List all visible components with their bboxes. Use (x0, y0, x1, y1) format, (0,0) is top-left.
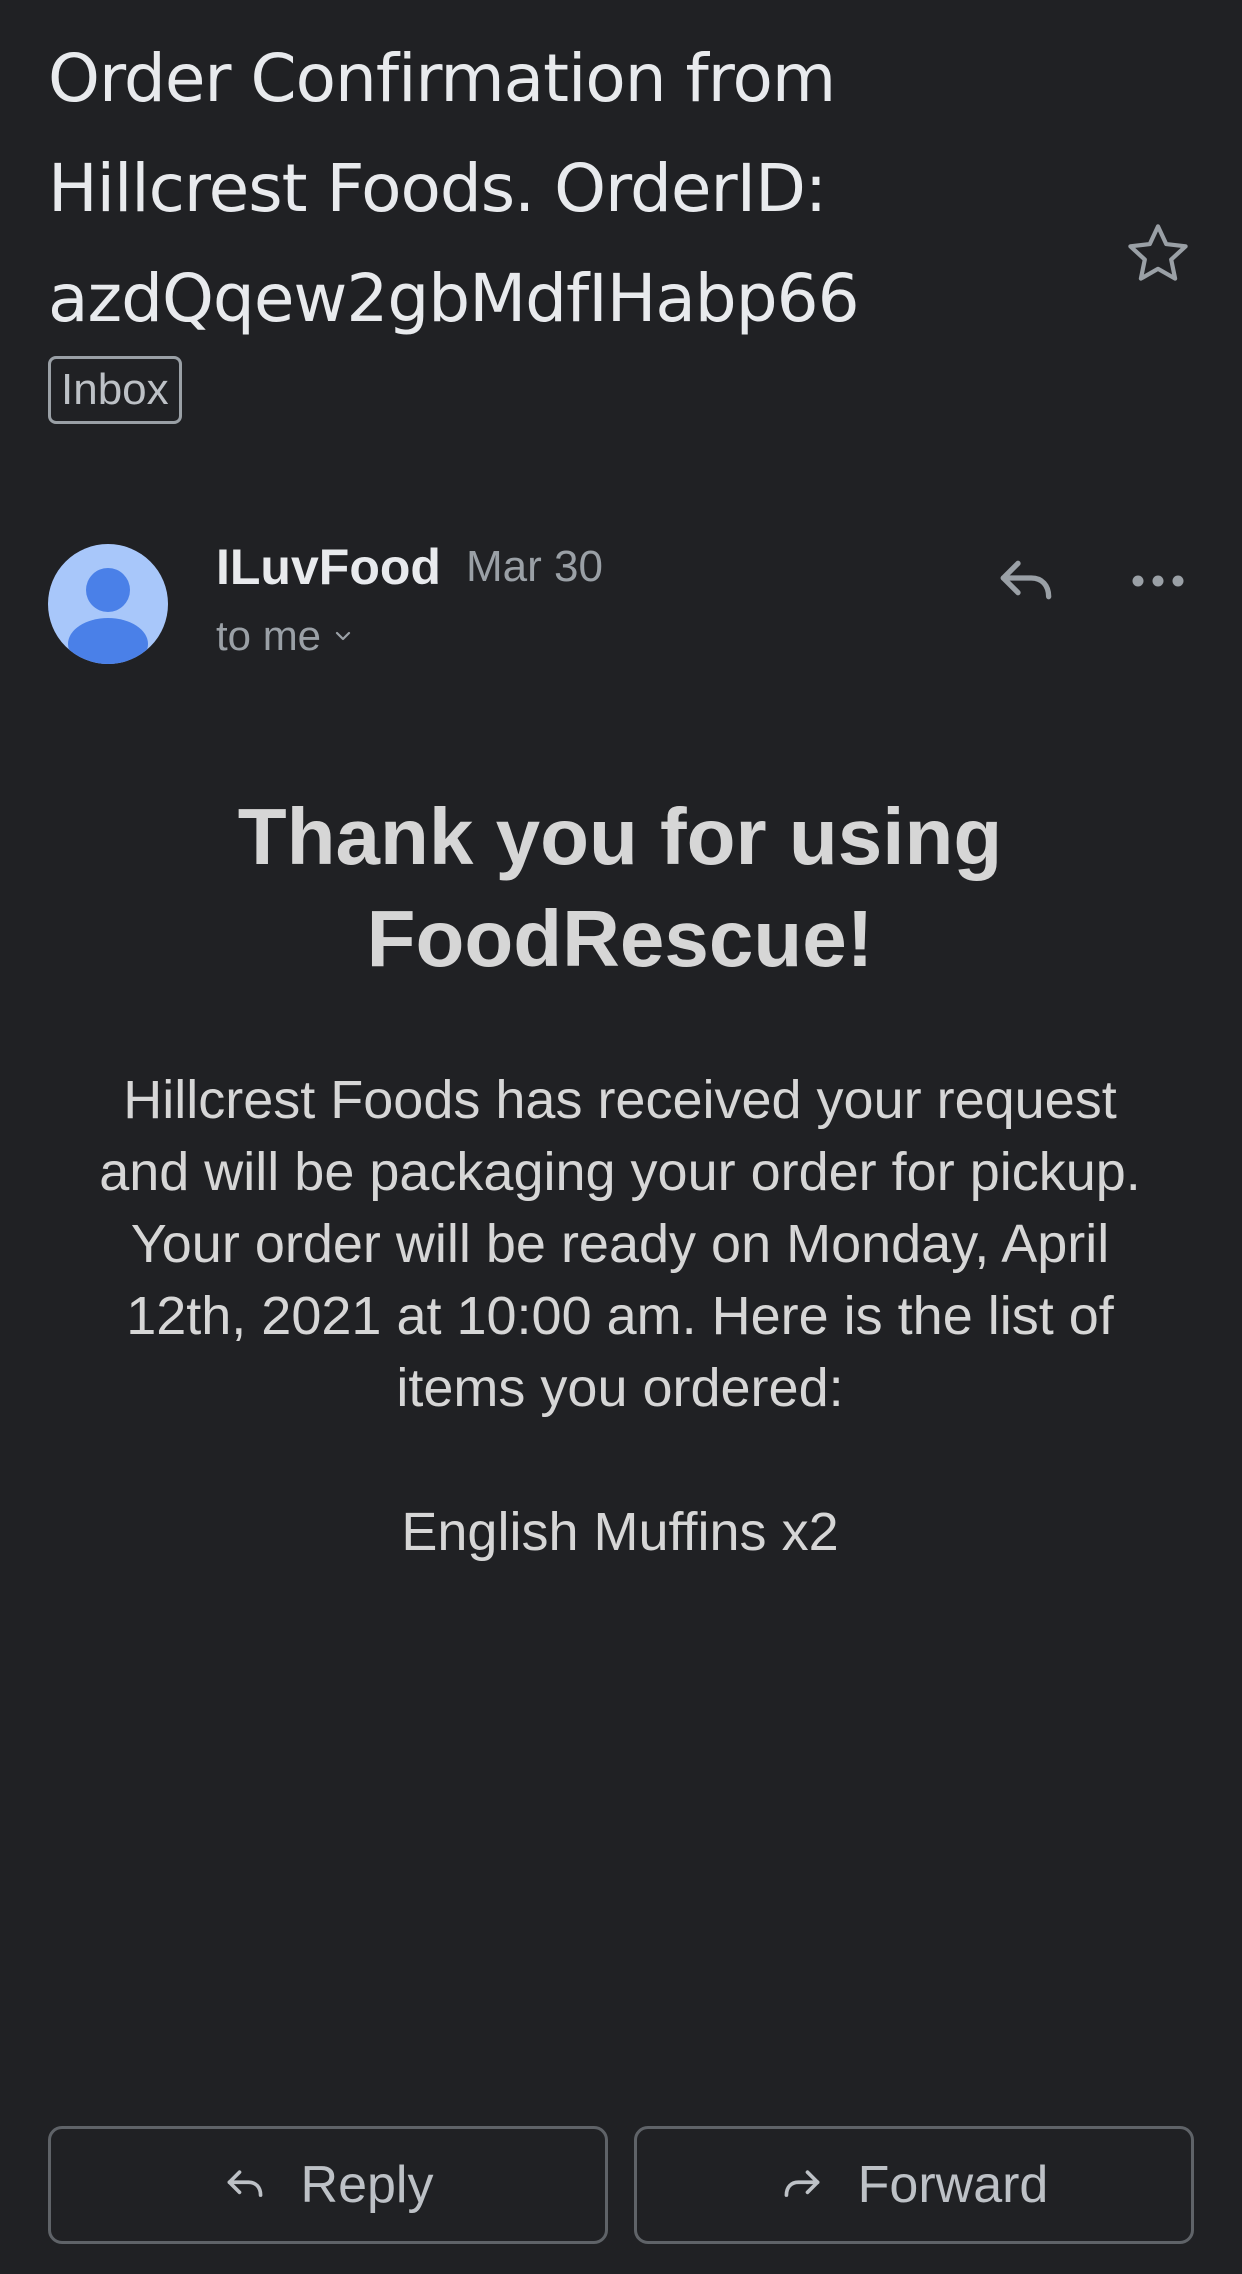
ordered-items-list: English Muffins x2 (40, 1496, 1200, 1568)
paragraph-line: Hillcrest Foods has received your reques… (123, 1070, 1117, 1130)
reply-button[interactable]: Reply (48, 2126, 608, 2244)
subject-line: azdQqew2gbMdfIHabp66 (48, 260, 860, 337)
message-paragraph: Hillcrest Foods has received your reques… (40, 1064, 1200, 1424)
forward-arrow-icon (784, 2170, 820, 2197)
sender-avatar[interactable] (48, 544, 168, 664)
reply-button-label: Reply (300, 2156, 434, 2214)
recipient-details-toggle[interactable]: to me (216, 612, 355, 660)
paragraph-line: and will be packaging your order for pic… (99, 1142, 1141, 1202)
star-icon[interactable] (1122, 218, 1194, 290)
paragraph-line: items you ordered: (396, 1358, 844, 1418)
ordered-item: English Muffins x2 (401, 1502, 839, 1562)
subject-line: Hillcrest Foods. OrderID: (48, 150, 827, 227)
subject-line: Order Confirmation from (48, 40, 836, 117)
sent-date: Mar 30 (466, 542, 603, 591)
recipient-label: to me (216, 612, 322, 659)
sender-name: ILuvFood (216, 539, 441, 595)
person-icon (68, 568, 148, 664)
forward-button[interactable]: Forward (634, 2126, 1194, 2244)
heading-line: FoodRescue! (366, 894, 874, 983)
forward-button-label: Forward (857, 2156, 1049, 2214)
chevron-down-icon (335, 631, 351, 641)
email-subject: Order Confirmation from Hillcrest Foods.… (48, 24, 1088, 354)
reply-arrow-icon (227, 2170, 262, 2197)
reply-icon[interactable] (994, 550, 1058, 614)
message-heading: Thank you for using FoodRescue! (120, 786, 1120, 990)
inbox-label[interactable]: Inbox (48, 356, 182, 424)
paragraph-line: Your order will be ready on Monday, Apri… (130, 1214, 1110, 1274)
heading-line: Thank you for using (237, 792, 1003, 881)
paragraph-line: 12th, 2021 at 10:00 am. Here is the list… (126, 1286, 1114, 1346)
more-options-icon[interactable] (1128, 556, 1188, 606)
